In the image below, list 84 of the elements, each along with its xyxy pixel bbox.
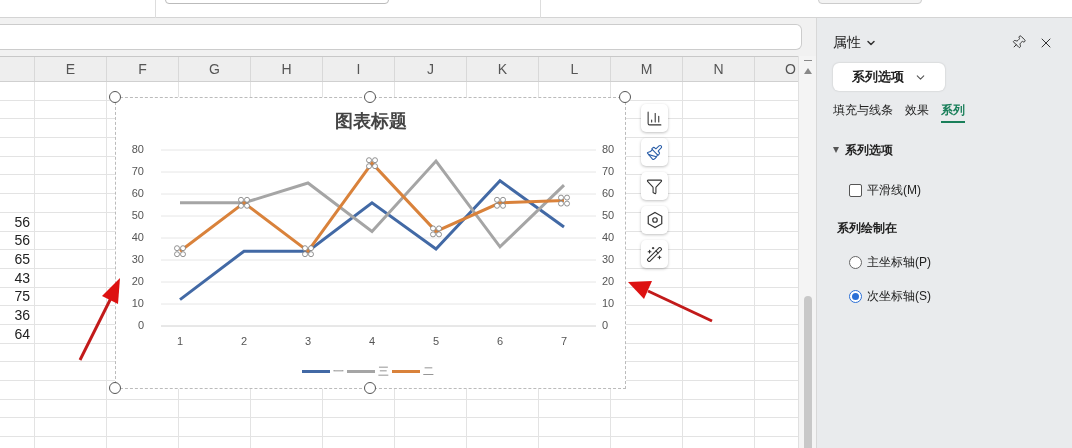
chart-elements-icon xyxy=(646,109,663,127)
axis-label: 40 xyxy=(602,232,615,243)
point-handle-icon[interactable] xyxy=(430,225,442,238)
axis-label: 3 xyxy=(303,336,313,347)
axis-label: 40 xyxy=(130,232,144,243)
axis-label: 30 xyxy=(602,254,615,265)
table-cell: 65 xyxy=(14,252,30,267)
point-handle-icon[interactable] xyxy=(494,196,506,209)
column-header[interactable]: F xyxy=(107,57,179,81)
column-header[interactable]: I xyxy=(323,57,395,81)
chart-tool-button[interactable] xyxy=(641,138,668,166)
legend-label: 三 xyxy=(378,364,389,379)
column-header[interactable]: N xyxy=(683,57,755,81)
resize-handle[interactable] xyxy=(619,91,631,103)
axis-label: 0 xyxy=(136,320,144,331)
column-header[interactable]: E xyxy=(35,57,107,81)
tab[interactable]: 效果 xyxy=(905,101,929,123)
axis-label: 20 xyxy=(602,276,615,287)
point-handle-icon[interactable] xyxy=(558,194,570,207)
point-handle-icon[interactable] xyxy=(302,245,314,258)
table-cell: 64 xyxy=(14,326,30,341)
series-options-dropdown[interactable]: 系列选项 xyxy=(833,63,945,91)
section-label: 系列绘制在 xyxy=(837,220,898,237)
expand-triangle-icon[interactable] xyxy=(833,147,839,153)
hexagon-icon xyxy=(645,211,664,229)
table-cell: 75 xyxy=(14,289,30,304)
table-cell: 56 xyxy=(14,233,30,248)
section-title: 系列选项 xyxy=(845,142,893,159)
column-header[interactable]: H xyxy=(251,57,323,81)
axis-label: 6 xyxy=(495,336,505,347)
table-cell: 43 xyxy=(14,270,30,285)
axis-label: 70 xyxy=(130,166,144,177)
column-header[interactable]: M xyxy=(611,57,683,81)
radio-button[interactable] xyxy=(849,255,862,269)
column-header[interactable]: K xyxy=(467,57,539,81)
axis-label: 7 xyxy=(559,336,569,347)
tab[interactable]: 系列 xyxy=(941,101,965,123)
chart-area[interactable]: 图表标题 0 10 20 30 40 50 60 70 80 80 70 60 50 40 30 20 10 0 1 2 3 4 5 6 7 一 三 二 xyxy=(115,97,626,389)
axis-label: 60 xyxy=(602,188,615,199)
axis-label: 30 xyxy=(130,254,144,265)
chart-tool-button[interactable] xyxy=(641,104,668,132)
brush-icon xyxy=(646,143,663,161)
resize-handle[interactable] xyxy=(109,382,121,394)
axis-label: 80 xyxy=(602,144,615,155)
axis-label: 10 xyxy=(130,298,144,309)
tab[interactable]: 填充与线条 xyxy=(833,101,893,123)
legend-label: 二 xyxy=(423,364,434,379)
table-cell: 56 xyxy=(14,214,30,229)
axis-label: 70 xyxy=(602,166,615,177)
chart-tool-button[interactable] xyxy=(641,172,668,200)
chart-tool-button[interactable] xyxy=(641,206,668,234)
axis-label: 60 xyxy=(130,188,144,199)
filter-icon xyxy=(646,177,663,195)
scrollbar[interactable] xyxy=(798,56,816,448)
axis-label: 2 xyxy=(239,336,249,347)
column-header[interactable]: G xyxy=(179,57,251,81)
resize-handle[interactable] xyxy=(109,91,121,103)
axis-label: 50 xyxy=(602,210,615,221)
axis-label: 50 xyxy=(130,210,144,221)
axis-label: 4 xyxy=(367,336,377,347)
table-cell: 36 xyxy=(14,308,30,323)
chart-tool-button[interactable] xyxy=(641,240,668,268)
checkbox[interactable] xyxy=(849,183,862,197)
chart-title: 图表标题 xyxy=(333,110,408,133)
axis-label: 1 xyxy=(175,336,185,347)
resize-handle[interactable] xyxy=(364,91,376,103)
point-handle-icon[interactable] xyxy=(174,245,186,258)
panel-title: 属性 xyxy=(833,33,861,52)
magic-wand-icon xyxy=(646,245,663,263)
radio-button[interactable] xyxy=(849,289,862,303)
column-header[interactable]: L xyxy=(539,57,611,81)
scroll-thumb[interactable] xyxy=(804,296,812,448)
point-handle-icon[interactable] xyxy=(366,157,378,170)
axis-label: 5 xyxy=(431,336,441,347)
axis-label: 20 xyxy=(130,276,144,287)
axis-label: 80 xyxy=(130,144,144,155)
axis-label: 10 xyxy=(602,298,615,309)
point-handle-icon[interactable] xyxy=(238,196,250,209)
column-header[interactable]: J xyxy=(395,57,467,81)
legend-label: 一 xyxy=(333,364,344,379)
axis-label: 0 xyxy=(602,320,609,331)
radio-label: 主坐标轴(P) xyxy=(867,254,931,271)
checkbox-label: 平滑线(M) xyxy=(867,182,921,199)
radio-label: 次坐标轴(S) xyxy=(867,288,931,305)
